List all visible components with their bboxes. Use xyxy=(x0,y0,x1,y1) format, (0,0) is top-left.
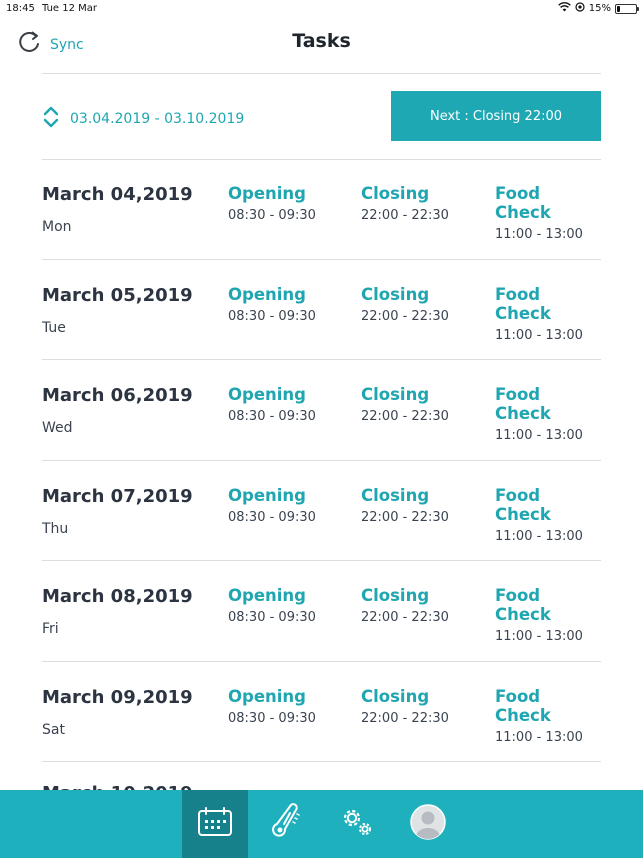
day-weekday: Thu xyxy=(42,520,69,537)
task-hours: 11:00 - 13:00 xyxy=(495,227,583,242)
task-name: Closing xyxy=(361,686,430,706)
task-hours: 22:00 - 22:30 xyxy=(361,208,449,223)
task-item[interactable]: Closing 22:00 - 22:30 xyxy=(361,285,449,324)
nav-bar: Sync Tasks xyxy=(0,24,643,64)
status-date: Tue 12 Mar xyxy=(42,3,98,14)
status-bar: 18:45 Tue 12 Mar 15% xyxy=(0,0,643,18)
tab-profile[interactable] xyxy=(395,790,461,858)
task-name: Closing xyxy=(361,385,430,404)
day-row: March 08,2019 Fri Opening 08:30 - 09:30 Clos… xyxy=(42,561,601,662)
task-name: Closing xyxy=(361,586,430,605)
task-hours: 11:00 - 13:00 xyxy=(495,528,583,544)
tab-settings[interactable] xyxy=(324,790,390,858)
task-item[interactable]: Closing 22:00 - 22:30 xyxy=(361,586,449,625)
task-item[interactable]: Food Check 11:00 - 13:00 xyxy=(495,285,601,343)
task-item[interactable]: Food Check 11:00 - 13:00 xyxy=(495,687,601,745)
task-name: Food Check xyxy=(495,385,551,423)
task-name: Closing xyxy=(361,184,430,203)
day-date: March 05,2019 xyxy=(42,284,193,306)
task-hours: 08:30 - 09:30 xyxy=(228,509,316,525)
task-name: Opening xyxy=(228,686,306,706)
task-hours: 08:30 - 09:30 xyxy=(228,710,316,726)
task-name: Closing xyxy=(361,284,430,304)
day-weekday: Wed xyxy=(42,420,73,436)
task-name: Closing xyxy=(361,485,430,505)
task-hours: 08:30 - 09:30 xyxy=(228,208,316,223)
header-divider xyxy=(42,73,601,74)
task-item[interactable]: Opening 08:30 - 09:30 xyxy=(228,184,316,223)
task-hours: 22:00 - 22:30 xyxy=(361,509,449,525)
wifi-icon xyxy=(557,2,571,15)
day-list: March 04,2019 Mon Opening 08:30 - 09:30 Clos… xyxy=(42,159,601,762)
task-item[interactable]: Food Check 11:00 - 13:00 xyxy=(495,586,601,644)
thermometer-icon xyxy=(271,801,301,847)
day-weekday: Tue xyxy=(42,319,66,336)
task-item[interactable]: Opening 08:30 - 09:30 xyxy=(228,687,316,726)
task-name: Food Check xyxy=(495,284,551,323)
task-name: Opening xyxy=(228,385,306,404)
task-name: Opening xyxy=(228,184,306,203)
day-row: March 04,2019 Mon Opening 08:30 - 09:30 Clos… xyxy=(42,159,601,260)
task-item[interactable]: Food Check 11:00 - 13:00 xyxy=(495,486,601,544)
day-weekday: Sat xyxy=(42,721,65,738)
task-name: Food Check xyxy=(495,586,551,624)
date-range-label: 03.04.2019 - 03.10.2019 xyxy=(70,111,245,127)
day-weekday: Fri xyxy=(42,621,59,637)
task-item[interactable]: Food Check 11:00 - 13:00 xyxy=(495,184,601,242)
task-item[interactable]: Opening 08:30 - 09:30 xyxy=(228,385,316,424)
battery-level xyxy=(617,5,620,12)
task-name: Opening xyxy=(228,485,306,505)
location-icon xyxy=(575,2,585,15)
task-hours: 11:00 - 13:00 xyxy=(495,629,583,644)
date-range-selector[interactable]: 03.04.2019 - 03.10.2019 xyxy=(42,105,244,133)
task-name: Opening xyxy=(228,586,306,605)
task-name: Food Check xyxy=(495,485,551,524)
task-hours: 22:00 - 22:30 xyxy=(361,610,449,625)
user-avatar-icon xyxy=(409,803,447,845)
day-row: March 09,2019 Sat Opening 08:30 - 09:30 Clos… xyxy=(42,662,601,762)
tab-calendar[interactable] xyxy=(182,790,248,858)
next-task-button[interactable]: Next : Closing 22:00 xyxy=(391,91,601,141)
task-item[interactable]: Closing 22:00 - 22:30 xyxy=(361,385,449,424)
task-hours: 08:30 - 09:30 xyxy=(228,409,316,424)
task-hours: 22:00 - 22:30 xyxy=(361,710,449,726)
tab-temperature[interactable] xyxy=(253,790,319,858)
battery-icon xyxy=(615,3,639,14)
page-title: Tasks xyxy=(292,30,351,52)
calendar-icon xyxy=(197,807,233,841)
task-hours: 22:00 - 22:30 xyxy=(361,308,449,324)
battery-percent: 15% xyxy=(588,3,611,14)
task-item[interactable]: Opening 08:30 - 09:30 xyxy=(228,486,316,525)
day-weekday: Mon xyxy=(42,219,72,235)
day-date: March 07,2019 xyxy=(42,485,193,507)
task-hours: 08:30 - 09:30 xyxy=(228,308,316,324)
task-hours: 22:00 - 22:30 xyxy=(361,409,449,424)
day-date: March 08,2019 xyxy=(42,586,193,607)
task-hours: 08:30 - 09:30 xyxy=(228,610,316,625)
gears-icon xyxy=(339,805,375,843)
task-item[interactable]: Closing 22:00 - 22:30 xyxy=(361,486,449,525)
task-item[interactable]: Opening 08:30 - 09:30 xyxy=(228,285,316,324)
day-date: March 09,2019 xyxy=(42,686,193,708)
day-row: March 07,2019 Thu Opening 08:30 - 09:30 Clos… xyxy=(42,461,601,561)
status-right: 15% xyxy=(557,2,639,15)
day-row: March 05,2019 Tue Opening 08:30 - 09:30 Clos… xyxy=(42,260,601,360)
task-hours: 11:00 - 13:00 xyxy=(495,729,583,745)
task-item[interactable]: Closing 22:00 - 22:30 xyxy=(361,687,449,726)
task-item[interactable]: Closing 22:00 - 22:30 xyxy=(361,184,449,223)
task-name: Food Check xyxy=(495,686,551,725)
up-down-chevron-icon xyxy=(42,105,60,133)
task-item[interactable]: Food Check 11:00 - 13:00 xyxy=(495,385,601,443)
day-date: March 04,2019 xyxy=(42,184,193,205)
status-time: 18:45 xyxy=(6,3,35,14)
tab-bar xyxy=(0,790,643,858)
task-item[interactable]: Opening 08:30 - 09:30 xyxy=(228,586,316,625)
task-hours: 11:00 - 13:00 xyxy=(495,428,583,443)
day-date: March 06,2019 xyxy=(42,385,193,406)
task-name: Opening xyxy=(228,284,306,304)
task-name: Food Check xyxy=(495,184,551,222)
task-hours: 11:00 - 13:00 xyxy=(495,327,583,343)
day-row: March 06,2019 Wed Opening 08:30 - 09:30 Clos… xyxy=(42,360,601,461)
